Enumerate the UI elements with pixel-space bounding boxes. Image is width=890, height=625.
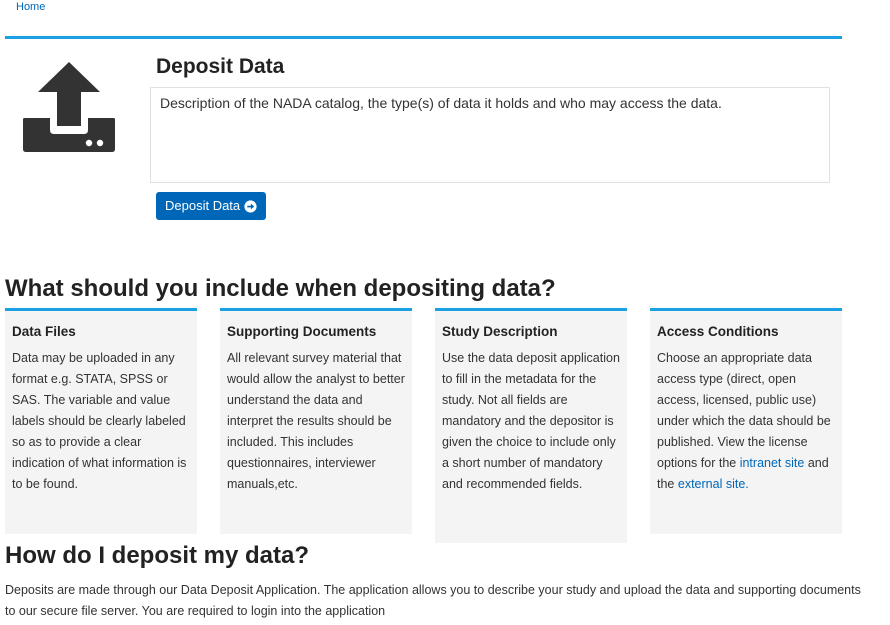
card-title: Study Description: [442, 324, 558, 339]
breadcrumb-home[interactable]: Home: [16, 0, 45, 14]
card-body: All relevant survey material that would …: [227, 351, 405, 491]
card-body: Data may be uploaded in any format e.g. …: [12, 351, 187, 491]
how-description: Deposits are made through our Data Depos…: [5, 583, 861, 618]
card-title: Data Files: [12, 324, 76, 339]
card-title: Supporting Documents: [227, 324, 377, 339]
how-heading: How do I deposit my data?: [5, 542, 310, 569]
card-supporting-documents: Supporting Documents All relevant survey…: [220, 308, 412, 534]
arrow-circle-right-icon: [244, 199, 257, 213]
card-data-files: Data Files Data may be uploaded in any f…: [5, 308, 197, 534]
catalog-description: Description of the NADA catalog, the typ…: [150, 87, 830, 183]
external-site-link[interactable]: external site.: [678, 477, 749, 491]
deposit-data-button[interactable]: Deposit Data: [156, 192, 267, 220]
include-heading: What should you include when depositing …: [5, 275, 556, 302]
card-access-conditions: Access Conditions Choose an appropriate …: [650, 308, 842, 534]
card-study-description: Study Description Use the data deposit a…: [435, 308, 627, 543]
card-body: Use the data deposit application to fill…: [442, 351, 620, 491]
intranet-site-link[interactable]: intranet site: [740, 456, 805, 470]
top-divider: [5, 36, 842, 39]
page-title: Deposit Data: [156, 55, 285, 78]
upload-icon: [23, 62, 115, 152]
deposit-data-button-label: Deposit Data: [165, 198, 241, 213]
card-body: Choose an appropriate data access type (…: [657, 348, 835, 495]
card-title: Access Conditions: [657, 324, 779, 339]
card-body-text: Choose an appropriate data access type (…: [657, 351, 831, 470]
